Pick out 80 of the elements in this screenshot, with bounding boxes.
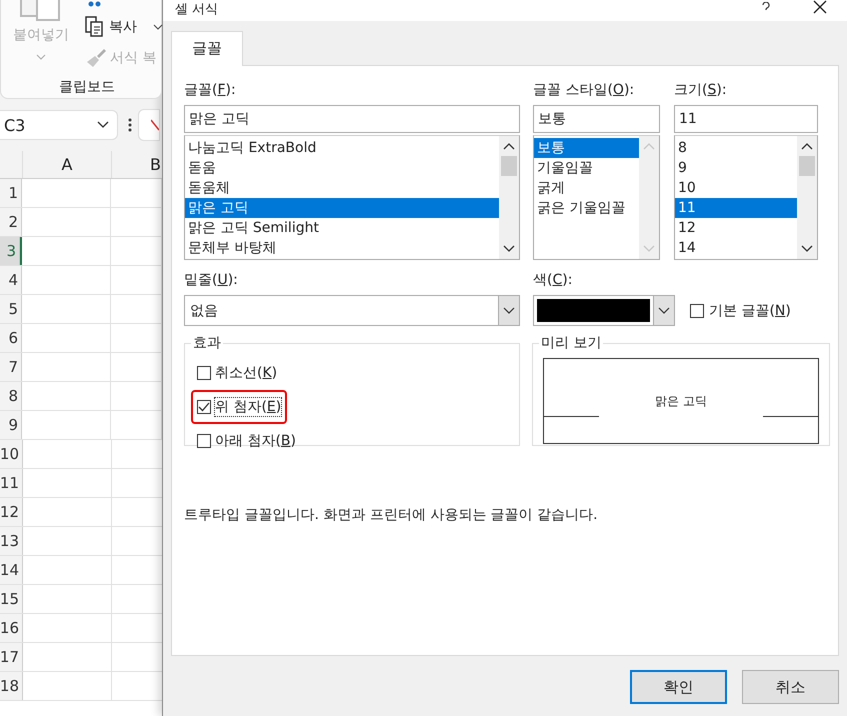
row-header[interactable]: 2	[0, 208, 22, 236]
row-header[interactable]: 13	[0, 527, 23, 555]
row-header[interactable]: 5	[0, 295, 22, 323]
row-header[interactable]: 9	[0, 411, 22, 439]
row-header[interactable]: 12	[0, 498, 23, 526]
checkbox-label[interactable]: 취소선(K)	[215, 364, 278, 382]
underline-dropdown[interactable]: 없음	[184, 295, 520, 326]
cancel-button[interactable]: 취소	[742, 670, 839, 704]
list-item[interactable]: 굵게	[534, 178, 639, 198]
group-title: 미리 보기	[540, 334, 602, 352]
row-header[interactable]: 14	[0, 556, 23, 584]
scroll-thumb[interactable]	[799, 156, 815, 176]
list-item[interactable]: 보통	[534, 138, 639, 158]
row-header[interactable]: 17	[0, 643, 23, 671]
checkbox-label[interactable]: 위 첨자(E)	[215, 398, 282, 416]
list-item[interactable]: 12	[675, 218, 797, 238]
checkbox[interactable]	[690, 304, 704, 318]
input-field[interactable]: 11	[674, 105, 818, 133]
scrollbar[interactable]	[797, 136, 817, 259]
preview-text: 맑은 고딕	[654, 392, 708, 410]
list-item[interactable]: 10	[675, 178, 797, 198]
list-item[interactable]: 기울임꼴	[534, 158, 639, 178]
checkbox[interactable]	[197, 400, 211, 414]
close-icon[interactable]	[813, 0, 827, 14]
list-item[interactable]: 돋움체	[185, 178, 499, 198]
row-header[interactable]: 3	[0, 237, 20, 265]
ok-button[interactable]: 확인	[630, 670, 727, 704]
list-item[interactable]: 돋움	[185, 158, 499, 178]
checkbox[interactable]	[197, 366, 211, 380]
field-label: 글꼴 스타일(O):	[533, 81, 636, 100]
list-item[interactable]: 문체부 바탕체	[185, 238, 499, 258]
paintbrush-icon	[85, 48, 107, 68]
copy-button[interactable]: 복사	[85, 16, 137, 38]
group-title: 효과	[192, 334, 222, 352]
checkbox[interactable]	[197, 434, 211, 448]
window-title: 셀 서식	[175, 2, 218, 18]
copy-icon	[85, 16, 105, 38]
row-header[interactable]: 15	[0, 585, 23, 613]
row-header[interactable]: 1	[0, 179, 22, 207]
list-item[interactable]: 8	[675, 138, 797, 158]
row-header[interactable]: 4	[0, 266, 22, 294]
field-label: 색(C):	[533, 271, 574, 290]
cancel-button[interactable]	[138, 109, 160, 141]
list-item[interactable]: 나눔고딕 ExtraBold	[185, 138, 499, 158]
row-header[interactable]: 11	[0, 469, 23, 497]
field-label: 글꼴(F):	[184, 81, 237, 100]
more-icon[interactable]	[128, 118, 132, 132]
row-header[interactable]: 8	[0, 382, 22, 410]
input-field[interactable]: 맑은 고딕	[184, 105, 520, 133]
checkbox-label[interactable]: 아래 첨자(B)	[215, 432, 296, 450]
list-item[interactable]: 맑은 고딕 Semilight	[185, 218, 499, 238]
column-header[interactable]: A	[23, 151, 112, 178]
description-text: 트루타입 글꼴입니다. 화면과 프린터에 사용되는 글꼴이 같습니다.	[184, 506, 599, 524]
group-label: 클립보드	[59, 78, 115, 96]
list-item[interactable]: 9	[675, 158, 797, 178]
caret-icon	[658, 306, 670, 314]
scrollbar[interactable]	[499, 136, 519, 259]
tab[interactable]: 글꼴	[171, 31, 243, 66]
column-header[interactable]: B	[112, 151, 162, 178]
list-item[interactable]: 11	[675, 198, 797, 218]
row-header[interactable]: 7	[0, 353, 22, 381]
name-box[interactable]: C3	[0, 110, 118, 140]
row-header[interactable]: 10	[0, 440, 23, 468]
list-item[interactable]: 맑은 고딕	[185, 198, 499, 218]
selected-cell[interactable]	[20, 237, 111, 265]
list-item[interactable]: 굵은 기울임꼴	[534, 198, 639, 218]
close-icon	[151, 119, 159, 131]
input-field[interactable]: 보통	[533, 105, 660, 133]
row-header[interactable]: 18	[0, 672, 23, 700]
caret-icon	[97, 121, 109, 129]
scroll-thumb[interactable]	[501, 156, 517, 176]
caret-icon[interactable]	[153, 24, 163, 30]
field-label: 크기(S):	[674, 81, 728, 100]
checkbox-label[interactable]: 기본 글꼴(N)	[709, 302, 791, 320]
row-header[interactable]: 16	[0, 614, 23, 642]
list-item[interactable]: 14	[675, 238, 797, 258]
row-header[interactable]: 6	[0, 324, 22, 352]
field-label: 밑줄(U):	[184, 271, 239, 290]
color-dropdown[interactable]	[533, 295, 675, 326]
caret-icon	[503, 306, 515, 314]
